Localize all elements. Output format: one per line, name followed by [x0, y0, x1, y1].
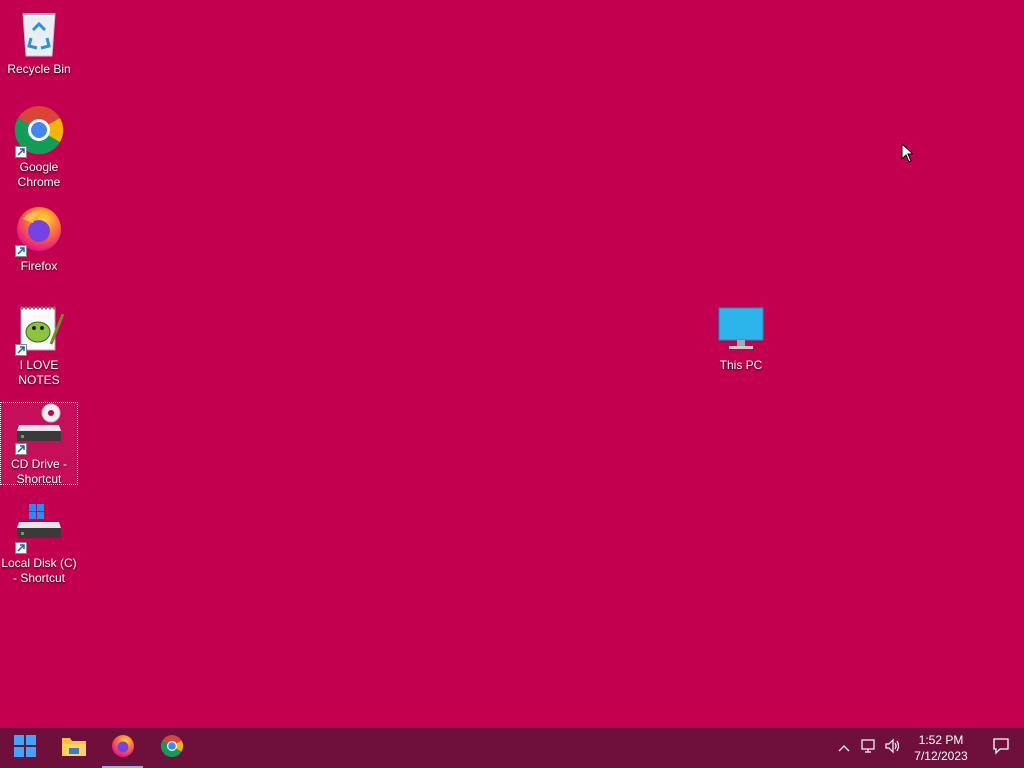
cd-drive-icon [13, 403, 65, 455]
mouse-cursor-icon [901, 142, 915, 168]
taskbar: 1:52 PM 7/12/2023 [0, 728, 1024, 768]
taskbar-file-explorer[interactable] [49, 728, 98, 768]
shortcut-arrow-icon [15, 146, 27, 158]
desktop-icon-this-pc[interactable]: This PC [702, 304, 780, 373]
start-button[interactable] [0, 728, 49, 768]
desktop-icon-recycle-bin[interactable]: Recycle Bin [0, 8, 78, 77]
recycle-bin-icon [13, 8, 65, 60]
folder-icon [61, 735, 87, 762]
desktop-icon-label: Google Chrome [17, 160, 61, 189]
firefox-icon [111, 734, 135, 763]
desktop-icon-label: Firefox [20, 259, 58, 273]
desktop-icon-notepad-shortcut[interactable]: I LOVE NOTES [0, 304, 78, 388]
local-disk-icon [13, 502, 65, 554]
desktop-icon-cd-drive-shortcut[interactable]: CD Drive - Shortcut [0, 402, 78, 486]
clock[interactable]: 1:52 PM 7/12/2023 [904, 732, 978, 764]
chrome-icon [160, 734, 184, 763]
notification-icon [992, 737, 1010, 760]
desktop-icon-label: I LOVE NOTES [18, 358, 60, 387]
clock-date: 7/12/2023 [914, 749, 968, 763]
windows-logo-icon [13, 734, 36, 762]
volume-icon [884, 738, 900, 759]
desktop-icon-local-disk-shortcut[interactable]: Local Disk (C) - Shortcut [0, 502, 78, 586]
shortcut-arrow-icon [15, 542, 27, 554]
notification-center-button[interactable] [978, 728, 1024, 768]
firefox-icon [13, 205, 65, 257]
network-icon [860, 738, 876, 759]
desktop-icon-label: CD Drive - Shortcut [11, 457, 67, 486]
clock-time: 1:52 PM [918, 733, 964, 747]
volume-button[interactable] [880, 728, 904, 768]
monitor-icon [715, 304, 767, 356]
desktop-icon-chrome-shortcut[interactable]: Google Chrome [0, 106, 78, 190]
chrome-icon [13, 106, 65, 158]
taskbar-firefox[interactable] [98, 728, 147, 768]
desktop-icon-label: Local Disk (C) - Shortcut [1, 556, 77, 585]
notepad-plus-plus-icon [13, 304, 65, 356]
shortcut-arrow-icon [15, 245, 27, 257]
network-button[interactable] [856, 728, 880, 768]
desktop[interactable]: Recycle Bin Google Chrome Firefox I LOVE… [0, 0, 1024, 728]
shortcut-arrow-icon [15, 443, 27, 455]
desktop-icon-label: Recycle Bin [7, 62, 71, 76]
taskbar-chrome[interactable] [147, 728, 196, 768]
system-tray: 1:52 PM 7/12/2023 [832, 728, 1024, 768]
show-hidden-icons-button[interactable] [832, 728, 856, 768]
desktop-icon-label: This PC [719, 358, 763, 372]
desktop-icon-firefox-shortcut[interactable]: Firefox [0, 205, 78, 274]
chevron-up-icon [838, 739, 850, 757]
shortcut-arrow-icon [15, 344, 27, 356]
